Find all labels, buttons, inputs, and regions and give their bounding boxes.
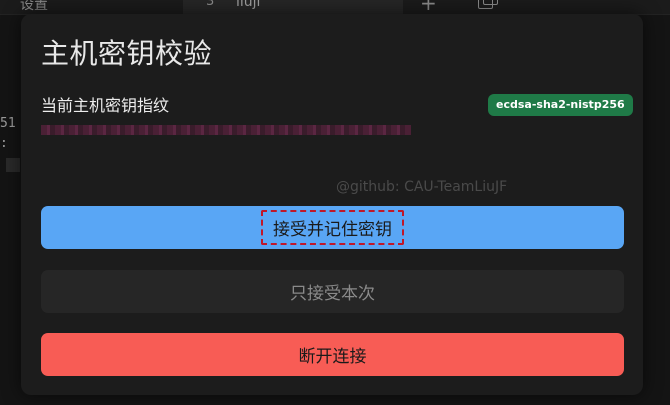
plus-icon[interactable]: +	[420, 0, 437, 15]
algorithm-badge: ecdsa-sha2-nistp256	[488, 94, 633, 116]
background-tab-settings[interactable]: 设置	[20, 0, 48, 14]
fingerprint-value	[41, 125, 411, 135]
terminal-line: :	[0, 136, 8, 151]
accept-once-label: 只接受本次	[290, 284, 375, 304]
fingerprint-label: 当前主机密钥指纹	[41, 96, 170, 115]
disconnect-label: 断开连接	[298, 347, 367, 367]
terminal-cursor	[6, 158, 20, 172]
dialog-title: 主机密钥校验	[41, 37, 213, 70]
accept-and-save-label: 接受并记住密钥	[261, 210, 404, 245]
background-tab-name: liuji	[236, 0, 261, 10]
disconnect-button[interactable]: 断开连接	[41, 333, 624, 376]
host-key-dialog: 主机密钥校验 当前主机密钥指纹 ecdsa-sha2-nistp256 @git…	[21, 14, 643, 395]
terminal-line: 51	[0, 116, 16, 131]
copy-icon[interactable]	[478, 0, 498, 9]
background-active-tab[interactable]	[183, 0, 403, 14]
watermark: @github: CAU-TeamLiuJF	[336, 179, 508, 195]
background-tab-number: 3	[206, 0, 215, 9]
accept-once-button[interactable]: 只接受本次	[41, 270, 624, 313]
accept-and-save-button[interactable]: 接受并记住密钥	[41, 206, 624, 249]
